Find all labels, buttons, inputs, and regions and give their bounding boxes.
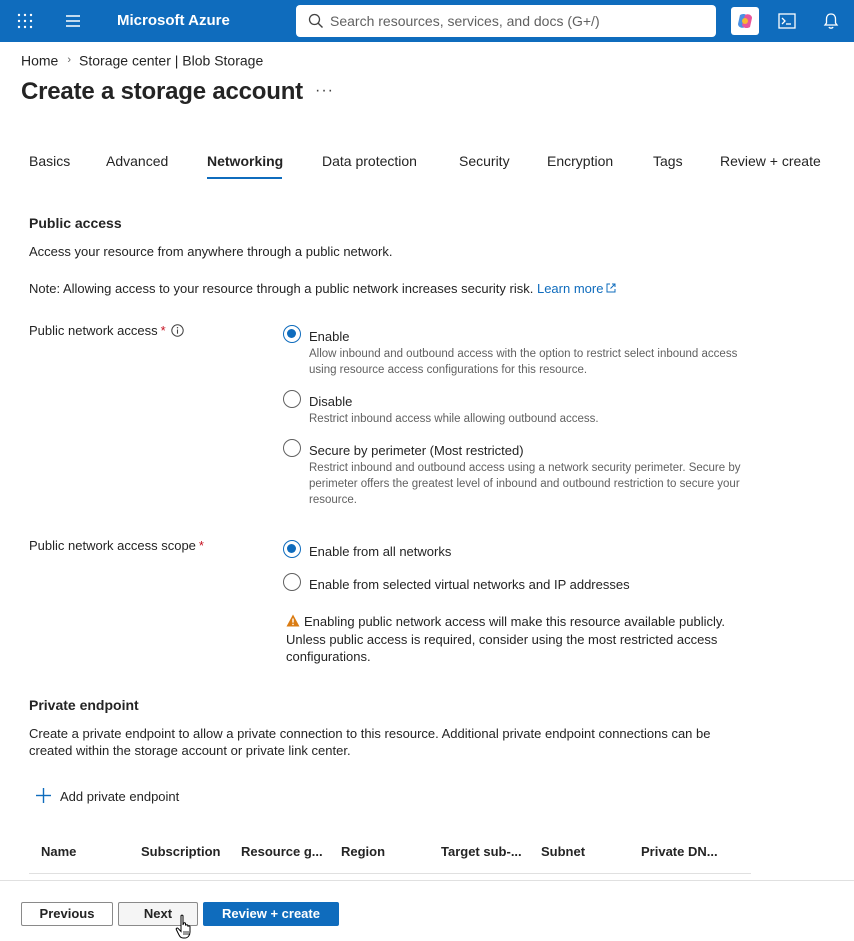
tab-networking[interactable]: Networking <box>207 153 283 169</box>
search-input[interactable] <box>330 11 700 31</box>
column-header-subnet: Subnet <box>541 844 586 859</box>
plus-icon <box>36 788 51 803</box>
radio-enable[interactable] <box>283 325 301 343</box>
public-access-description: Access your resource from anywhere throu… <box>29 244 393 259</box>
column-header-target-sub-resource: Target sub-... <box>441 844 522 859</box>
top-bar: Microsoft Azure <box>0 0 854 42</box>
radio-disable-description: Restrict inbound access while allowing o… <box>309 413 599 425</box>
radio-selected-networks[interactable] <box>283 573 301 591</box>
notifications-bell-icon[interactable] <box>822 12 840 30</box>
tab-data-protection[interactable]: Data protection <box>322 153 417 169</box>
chevron-right-icon: › <box>67 54 72 67</box>
hamburger-menu-icon[interactable] <box>65 14 81 28</box>
warning-icon <box>286 614 300 627</box>
radio-all-networks[interactable] <box>283 540 301 558</box>
radio-secure-by-perimeter-label: Secure by perimeter (Most restricted) <box>309 443 524 458</box>
learn-more-link[interactable]: Learn more <box>537 281 616 296</box>
page-title: Create a storage account <box>21 78 303 105</box>
app-launcher-icon[interactable] <box>17 13 33 29</box>
label-text: Public network access scope <box>29 538 196 553</box>
hand-pointer-cursor-icon <box>175 914 191 939</box>
global-search[interactable] <box>296 5 716 37</box>
public-network-access-label: Public network access * <box>29 323 184 338</box>
wizard-footer: Previous Next Review + create <box>0 880 854 941</box>
label-text: Public network access <box>29 323 158 338</box>
note-text: Note: Allowing access to your resource t… <box>29 281 534 296</box>
external-link-icon <box>606 283 616 293</box>
public-access-heading: Public access <box>29 215 122 231</box>
search-icon <box>308 13 323 28</box>
radio-secure-by-perimeter[interactable] <box>283 439 301 457</box>
access-scope-label: Public network access scope * <box>29 538 204 553</box>
required-asterisk: * <box>198 538 204 553</box>
more-options-button[interactable]: ··· <box>315 82 334 100</box>
breadcrumb-storage-center[interactable]: Storage center | Blob Storage <box>79 52 263 68</box>
column-header-resource-group: Resource g... <box>241 844 323 859</box>
add-private-endpoint-button[interactable]: Add private endpoint <box>35 787 179 804</box>
radio-all-networks-label: Enable from all networks <box>309 544 452 559</box>
active-tab-indicator <box>207 177 282 179</box>
private-endpoint-description: Create a private endpoint to allow a pri… <box>29 726 711 758</box>
radio-enable-label: Enable <box>309 329 350 344</box>
tab-basics[interactable]: Basics <box>29 153 70 169</box>
radio-enable-description: Allow inbound and outbound access with t… <box>309 348 738 376</box>
radio-selected-networks-label: Enable from selected virtual networks an… <box>309 577 630 592</box>
table-divider <box>29 873 751 874</box>
breadcrumb-home[interactable]: Home <box>21 52 58 68</box>
column-header-private-dns: Private DN... <box>641 844 718 859</box>
radio-secure-by-perimeter-description: Restrict inbound and outbound access usi… <box>309 462 741 506</box>
tab-encryption[interactable]: Encryption <box>547 153 613 169</box>
previous-button[interactable]: Previous <box>21 902 113 926</box>
required-asterisk: * <box>160 323 166 338</box>
tab-review-create[interactable]: Review + create <box>720 153 821 169</box>
public-access-warning: Enabling public network access will make… <box>286 613 736 666</box>
add-private-endpoint-label: Add private endpoint <box>60 789 180 804</box>
tab-advanced[interactable]: Advanced <box>106 153 168 169</box>
radio-disable[interactable] <box>283 390 301 408</box>
private-endpoint-heading: Private endpoint <box>29 697 139 713</box>
cloud-shell-icon[interactable] <box>778 12 796 30</box>
tab-tags[interactable]: Tags <box>653 153 683 169</box>
column-header-subscription: Subscription <box>141 844 221 859</box>
learn-more-label: Learn more <box>536 281 604 296</box>
info-icon[interactable] <box>170 324 184 337</box>
copilot-icon <box>738 13 752 29</box>
copilot-button[interactable] <box>731 7 759 35</box>
column-header-name: Name <box>41 844 77 859</box>
public-access-note: Note: Allowing access to your resource t… <box>29 280 616 297</box>
review-create-button[interactable]: Review + create <box>203 902 339 926</box>
tab-security[interactable]: Security <box>459 153 510 169</box>
column-header-region: Region <box>341 844 386 859</box>
radio-disable-label: Disable <box>309 394 353 409</box>
brand-title[interactable]: Microsoft Azure <box>117 12 230 29</box>
breadcrumb: Home › Storage center | Blob Storage <box>21 51 263 68</box>
warning-text: Enabling public network access will make… <box>286 614 726 664</box>
